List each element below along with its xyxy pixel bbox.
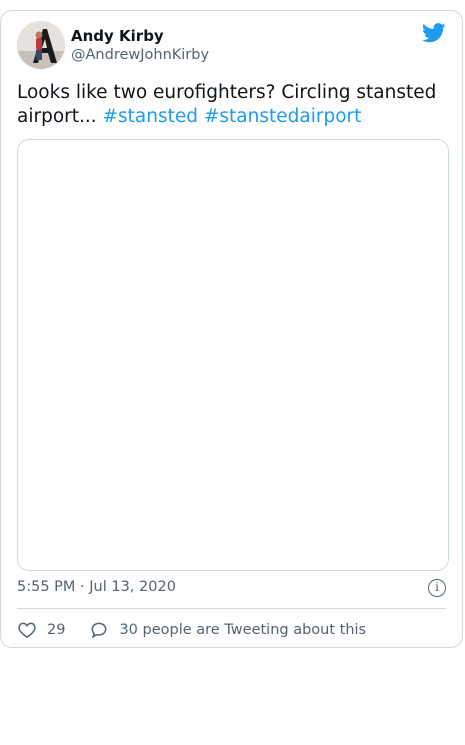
info-icon[interactable]: i bbox=[428, 579, 446, 597]
tweet-timestamp[interactable]: 5:55 PM · Jul 13, 2020 bbox=[17, 579, 176, 595]
tweet-card: Andy Kirby @AndrewJohnKirby Looks like t… bbox=[0, 10, 463, 648]
hashtag-stansted[interactable]: #stansted bbox=[103, 106, 198, 127]
conversation-link[interactable]: 30 people are Tweeting about this bbox=[89, 620, 366, 640]
author-avatar[interactable] bbox=[17, 21, 65, 69]
like-button[interactable]: 29 bbox=[17, 620, 65, 640]
conversation-text: 30 people are Tweeting about this bbox=[119, 622, 367, 638]
tweet-actions: 29 30 people are Tweeting about this bbox=[17, 619, 366, 641]
author-name[interactable]: Andy Kirby bbox=[71, 27, 164, 45]
hashtag-stanstedairport[interactable]: #stanstedairport bbox=[204, 106, 361, 127]
like-count: 29 bbox=[47, 622, 66, 638]
tweet-text: Looks like two eurofighters? Circling st… bbox=[17, 81, 457, 129]
heart-icon bbox=[18, 622, 36, 638]
divider bbox=[17, 608, 446, 609]
reply-bubble-icon bbox=[92, 622, 107, 639]
author-handle[interactable]: @AndrewJohnKirby bbox=[71, 47, 209, 63]
twitter-bird-icon[interactable] bbox=[422, 23, 446, 43]
media-container[interactable] bbox=[17, 139, 449, 571]
avatar-image bbox=[17, 21, 65, 69]
